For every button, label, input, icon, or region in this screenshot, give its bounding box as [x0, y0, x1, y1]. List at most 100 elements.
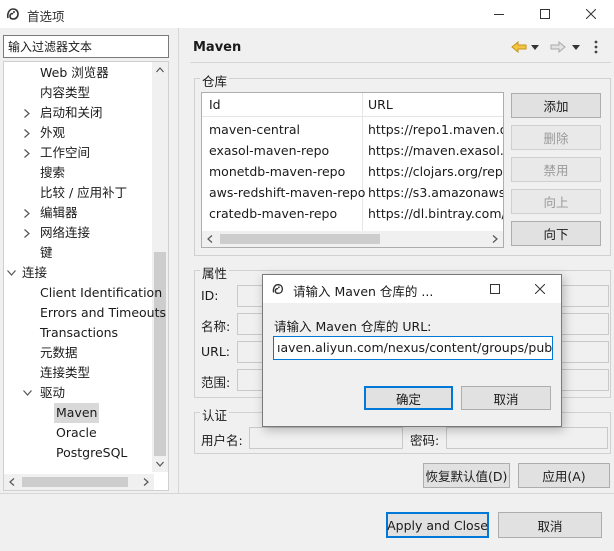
scroll-left-button[interactable]	[202, 231, 218, 247]
filter-input[interactable]	[3, 35, 169, 58]
caret-down-icon	[572, 44, 580, 50]
column-header-url[interactable]: URL	[368, 97, 393, 112]
tree-item[interactable]: 外观	[4, 123, 154, 143]
close-icon	[535, 284, 545, 294]
arrow-right-icon	[550, 41, 566, 53]
table-horizontal-scrollbar[interactable]	[202, 231, 503, 247]
chevron-right-icon	[492, 235, 498, 243]
tree-item[interactable]: 比较 / 应用补丁	[4, 183, 154, 203]
expand-chevron-right-icon[interactable]	[22, 203, 32, 223]
dialog-title: 请输入 Maven 仓库的 ...	[293, 284, 434, 299]
history-navigation	[510, 38, 606, 56]
maven-url-dialog: 请输入 Maven 仓库的 ... 请输入 Maven 仓库的 URL: ıav…	[262, 274, 562, 427]
forward-button[interactable]	[549, 38, 567, 56]
repo-url-cell: https://dl.bintray.com/crate/crate	[368, 206, 503, 221]
tree-item[interactable]: Maven	[4, 403, 154, 423]
cancel-button[interactable]: 取消	[498, 512, 602, 538]
scroll-right-button[interactable]	[487, 231, 503, 247]
repositories-table[interactable]: Id URL maven-central https://repo1.maven.…	[201, 92, 504, 248]
tree-item[interactable]: PostgreSQL	[4, 443, 154, 463]
scroll-up-button[interactable]	[152, 62, 168, 78]
tree-item[interactable]: 键	[4, 243, 154, 263]
tree-item[interactable]: Errors and Timeouts	[4, 303, 166, 323]
tree-item-label: 元数据	[40, 345, 78, 360]
tree-item[interactable]: 搜索	[4, 163, 154, 183]
tree-item-label: 内容类型	[40, 85, 91, 100]
scroll-thumb[interactable]	[220, 234, 380, 244]
tree-item-label: 驱动	[40, 385, 66, 400]
move-down-button[interactable]: 向下	[511, 221, 601, 246]
back-button[interactable]	[510, 38, 528, 56]
tree-item-label: Client Identification	[40, 285, 163, 300]
tree-item[interactable]: Web 浏览器	[4, 63, 154, 83]
tree-item[interactable]: 工作空间	[4, 143, 154, 163]
tree-item[interactable]: 编辑器	[4, 203, 154, 223]
tree-item[interactable]: 元数据	[4, 343, 154, 363]
tree-item[interactable]: Oracle	[4, 423, 154, 443]
expand-chevron-right-icon[interactable]	[22, 143, 32, 163]
chevron-down-icon	[156, 461, 164, 467]
tree-item[interactable]: 网络连接	[4, 223, 154, 243]
tree-item-label: 连接	[22, 265, 48, 280]
maximize-button[interactable]	[522, 0, 568, 28]
tree-item-label: PostgreSQL	[56, 445, 128, 460]
title-separator	[190, 62, 611, 63]
expand-chevron-right-icon[interactable]	[22, 223, 32, 243]
maven-url-input[interactable]: ıaven.aliyun.com/nexus/content/groups/pu…	[273, 336, 553, 360]
restore-defaults-button[interactable]: 恢复默认值(D)	[423, 463, 510, 488]
dialog-prompt: 请输入 Maven 仓库的 URL:	[274, 319, 432, 334]
tree-item-label: 工作空间	[40, 145, 91, 160]
apply-button[interactable]: 应用(A)	[518, 463, 610, 488]
tree-item[interactable]: 启动和关闭	[4, 103, 154, 123]
scroll-left-button[interactable]	[4, 474, 20, 490]
minimize-button[interactable]	[476, 0, 522, 28]
close-button[interactable]	[568, 0, 614, 28]
expand-chevron-down-icon[interactable]	[6, 263, 16, 283]
expand-chevron-down-icon[interactable]	[22, 383, 32, 403]
tree-item[interactable]: 内容类型	[4, 83, 154, 103]
delete-repo-button[interactable]: 删除	[511, 125, 601, 150]
dialog-ok-button[interactable]: 确定	[364, 386, 453, 410]
forward-menu-button[interactable]	[570, 38, 582, 56]
maximize-icon	[540, 9, 550, 19]
tree-item-label: Web 浏览器	[40, 65, 109, 80]
move-up-button[interactable]: 向上	[511, 189, 601, 214]
view-menu-button[interactable]	[590, 38, 602, 56]
repo-url-cell: https://maven.exasol.com/artifactory/exa…	[368, 143, 504, 158]
scroll-thumb[interactable]	[22, 477, 128, 487]
dialog-cancel-button[interactable]: 取消	[461, 386, 551, 410]
add-repo-button[interactable]: 添加	[511, 93, 601, 118]
tree-item[interactable]: 连接类型	[4, 363, 154, 383]
table-row[interactable]: exasol-maven-repo https://maven.exasol.co…	[202, 140, 504, 161]
scroll-right-button[interactable]	[138, 474, 154, 490]
preferences-tree[interactable]: Web 浏览器 内容类型启动和关闭外观工作空间搜索 比较 / 应用补丁 编辑器 网络连接…	[3, 61, 169, 491]
username-label: 用户名:	[201, 433, 243, 448]
tree-item[interactable]: Client Identification	[4, 283, 162, 303]
expand-chevron-right-icon[interactable]	[22, 123, 32, 143]
tree-item[interactable]: 驱动	[4, 383, 154, 403]
back-menu-button[interactable]	[529, 38, 541, 56]
expand-chevron-right-icon[interactable]	[22, 103, 32, 123]
scope-label: 范围:	[201, 375, 231, 390]
tree-item[interactable]: 连接	[4, 263, 154, 283]
dialog-close-button[interactable]	[520, 275, 560, 303]
disable-repo-button[interactable]: 禁用	[511, 157, 601, 182]
tree-horizontal-scrollbar[interactable]	[4, 474, 154, 490]
pane-splitter[interactable]	[178, 28, 179, 493]
table-row[interactable]: cratedb-maven-repo https://dl.bintray.com…	[202, 203, 503, 224]
username-field[interactable]	[249, 427, 403, 449]
column-header-id[interactable]: Id	[209, 97, 221, 112]
tree-item[interactable]: Transactions	[4, 323, 154, 343]
table-row[interactable]: aws-redshift-maven-repo https://s3.amazon…	[202, 182, 503, 203]
apply-and-close-button[interactable]: Apply and Close	[386, 512, 489, 538]
tree-item-label: 键	[40, 245, 53, 260]
tree-item-label: Maven	[54, 403, 100, 423]
dialog-maximize-button[interactable]	[475, 275, 515, 303]
tree-item-label: 外观	[40, 125, 66, 140]
scroll-down-button[interactable]	[152, 456, 168, 472]
repo-id-cell: cratedb-maven-repo	[209, 206, 338, 221]
table-row[interactable]: maven-central https://repo1.maven.org/mav…	[202, 119, 503, 140]
password-field[interactable]	[446, 427, 608, 449]
tree-vertical-scrollbar[interactable]	[152, 62, 168, 472]
table-row[interactable]: monetdb-maven-repo https://clojars.org/re…	[202, 161, 503, 182]
